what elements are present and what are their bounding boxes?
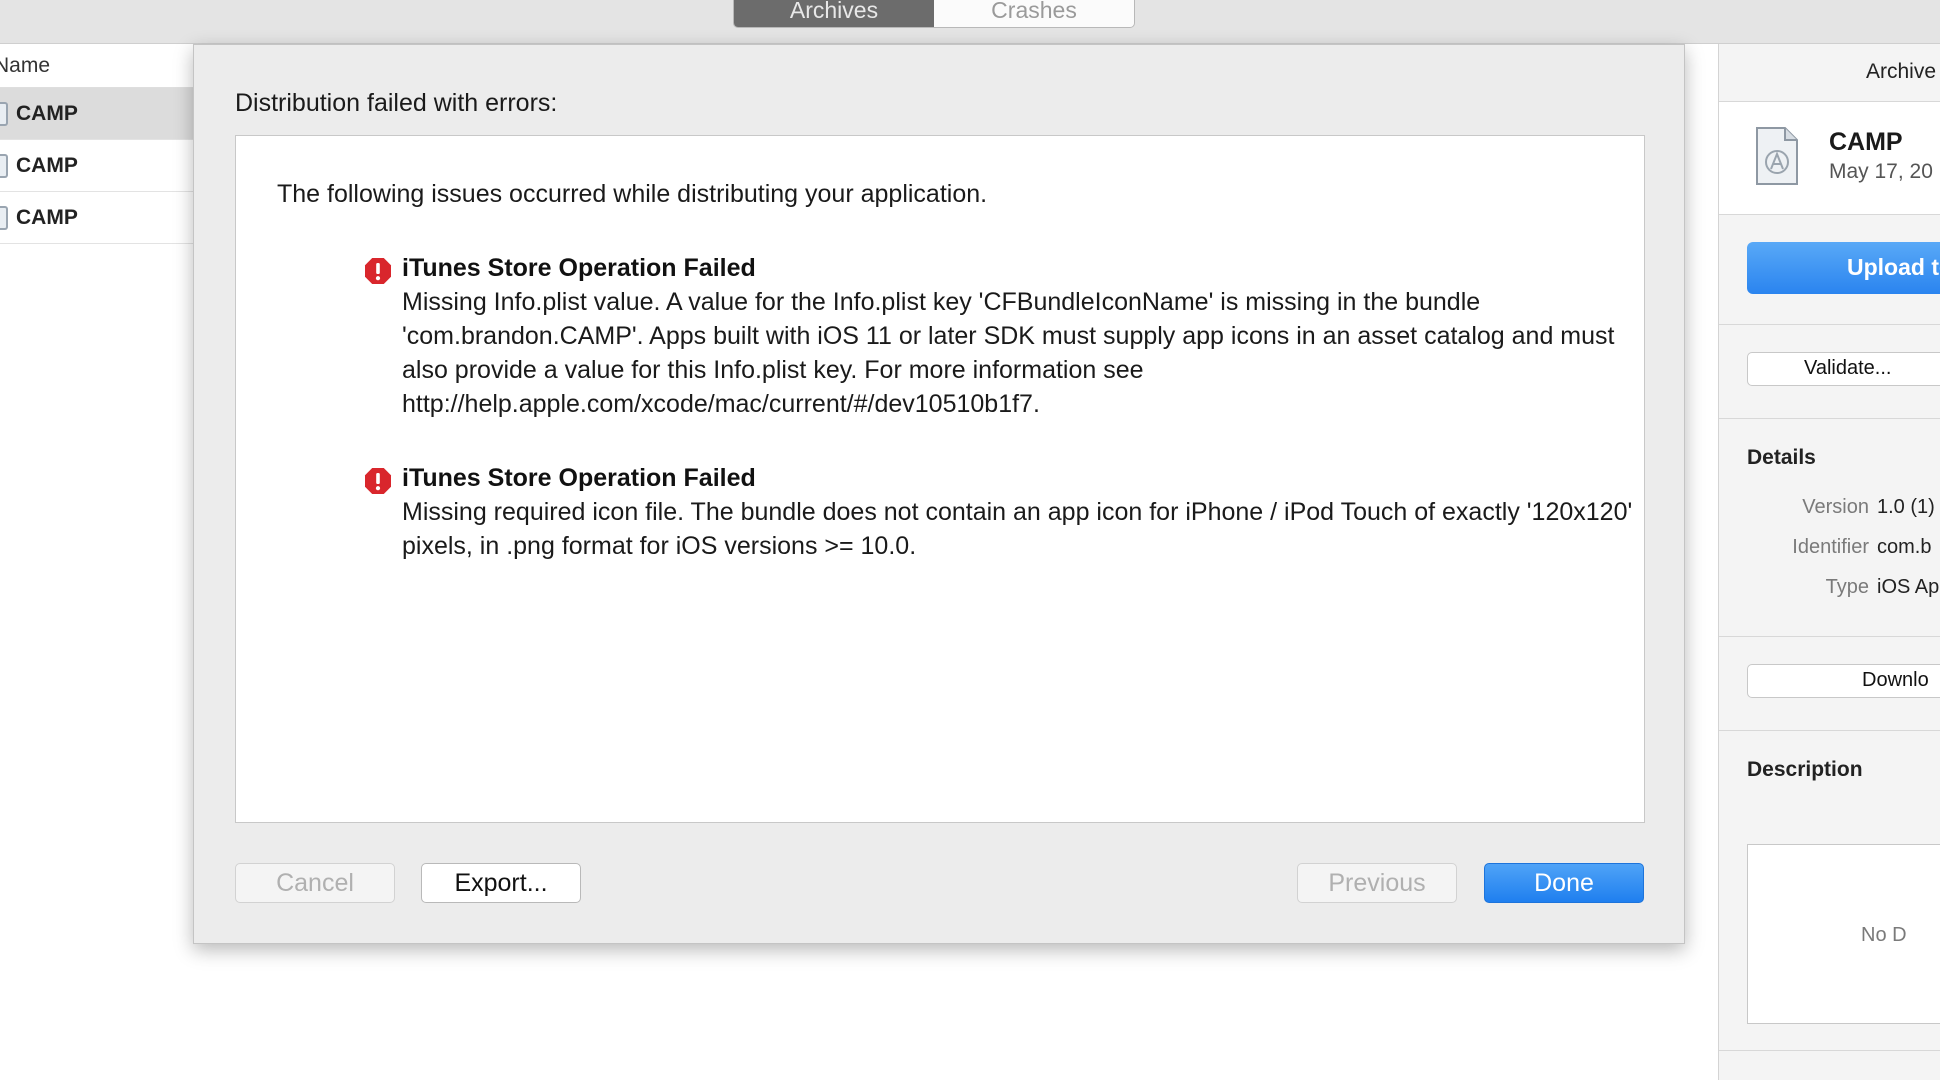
- archive-row-name: CAMP: [16, 153, 78, 177]
- done-button[interactable]: Done: [1484, 863, 1644, 903]
- archive-icon: [0, 101, 8, 126]
- distribution-error-sheet: Distribution failed with errors: The fol…: [193, 44, 1685, 944]
- description-field[interactable]: [1747, 844, 1940, 1024]
- issue-item: iTunes Store Operation Failed Missing In…: [364, 254, 1634, 421]
- archive-row-name: CAMP: [16, 205, 78, 229]
- archives-crashes-segmented-control: Archives Crashes: [733, 0, 1135, 28]
- divider: [1719, 324, 1940, 325]
- type-value: iOS Ap: [1877, 576, 1940, 598]
- issues-intro-text: The following issues occurred while dist…: [277, 180, 988, 208]
- inspector-archive-name: CAMP: [1829, 128, 1903, 156]
- archive-row[interactable]: CAMP: [0, 88, 200, 140]
- divider: [1719, 636, 1940, 637]
- archive-summary-card: [1719, 102, 1940, 214]
- issues-content-box: The following issues occurred while dist…: [235, 135, 1645, 823]
- toolbar: Archives Crashes: [0, 0, 1940, 44]
- export-button[interactable]: Export...: [421, 863, 581, 903]
- tab-crashes[interactable]: Crashes: [934, 0, 1134, 27]
- issue-item: iTunes Store Operation Failed Missing re…: [364, 464, 1634, 563]
- sheet-title: Distribution failed with errors:: [235, 89, 558, 117]
- error-icon: [365, 258, 391, 284]
- type-label: Type: [1825, 576, 1869, 598]
- version-value: 1.0 (1): [1877, 496, 1935, 518]
- archive-icon: [0, 153, 8, 178]
- upload-to-app-store-button[interactable]: Upload to: [1747, 242, 1940, 294]
- divider: [1719, 1050, 1940, 1051]
- app-archive-document-icon: [1756, 127, 1798, 185]
- version-label: Version: [1802, 496, 1869, 518]
- details-heading: Details: [1747, 446, 1816, 469]
- error-icon: [365, 468, 391, 494]
- archive-inspector: Archive CAMP May 17, 20 Upload to Valida…: [1718, 44, 1940, 1080]
- inspector-archive-date: May 17, 20: [1829, 160, 1933, 183]
- xcode-organizer-window: Archives Crashes Name CAMP CAMP CAMP Arc…: [0, 0, 1940, 1080]
- validate-button[interactable]: Validate...: [1747, 352, 1940, 386]
- description-heading: Description: [1747, 758, 1863, 781]
- name-column-header[interactable]: Name: [0, 44, 200, 88]
- divider: [1719, 730, 1940, 731]
- divider: [1719, 101, 1940, 102]
- inspector-title: Archive: [1866, 60, 1937, 83]
- archive-row-name: CAMP: [16, 101, 78, 125]
- issue-description: Missing Info.plist value. A value for th…: [402, 288, 1615, 418]
- issue-description: Missing required icon file. The bundle d…: [402, 498, 1633, 560]
- previous-button[interactable]: Previous: [1297, 863, 1457, 903]
- issue-title: iTunes Store Operation Failed: [402, 464, 756, 492]
- archive-row[interactable]: CAMP: [0, 192, 200, 244]
- issue-title: iTunes Store Operation Failed: [402, 254, 756, 282]
- archive-row[interactable]: CAMP: [0, 140, 200, 192]
- identifier-value: com.b: [1877, 536, 1932, 558]
- cancel-button[interactable]: Cancel: [235, 863, 395, 903]
- tab-archives[interactable]: Archives: [734, 0, 934, 27]
- download-debug-symbols-button[interactable]: Downlo: [1747, 664, 1940, 698]
- divider: [1719, 214, 1940, 215]
- archive-list: Name CAMP CAMP CAMP: [0, 44, 200, 1080]
- identifier-label: Identifier: [1792, 536, 1869, 558]
- divider: [1719, 418, 1940, 419]
- archive-icon: [0, 205, 8, 230]
- description-placeholder: No D: [1861, 924, 1907, 946]
